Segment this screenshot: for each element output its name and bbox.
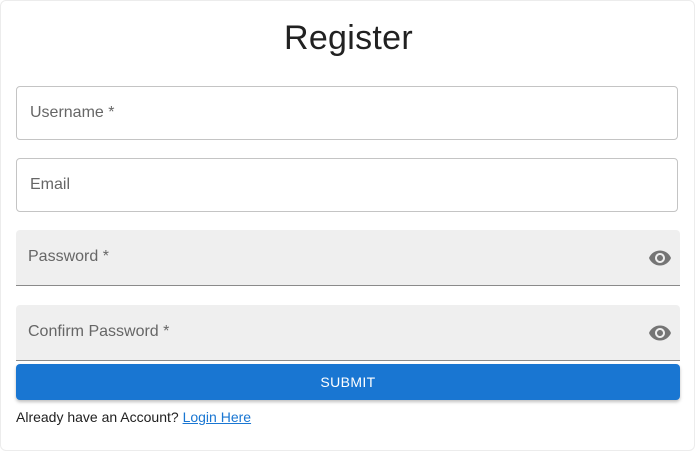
eye-icon[interactable] (648, 246, 672, 270)
confirm-password-field[interactable]: Confirm Password * (16, 305, 680, 361)
submit-button[interactable]: SUBMIT (16, 364, 680, 400)
email-label: Email (30, 176, 71, 193)
page-title: Register (283, 19, 413, 57)
login-prompt: Already have an Account? Login Here (16, 409, 251, 425)
login-link[interactable]: Login Here (183, 409, 252, 425)
password-field[interactable]: Password * (16, 230, 680, 286)
confirm-password-label: Confirm Password * (28, 323, 170, 340)
eye-icon[interactable] (648, 321, 672, 345)
password-label: Password * (28, 248, 109, 265)
username-field[interactable]: Username * (16, 86, 678, 140)
login-prompt-text: Already have an Account? (16, 409, 179, 425)
username-label: Username * (30, 104, 115, 121)
register-card: Register Username * Email Password * Con… (0, 0, 695, 451)
email-field[interactable]: Email (16, 158, 678, 212)
